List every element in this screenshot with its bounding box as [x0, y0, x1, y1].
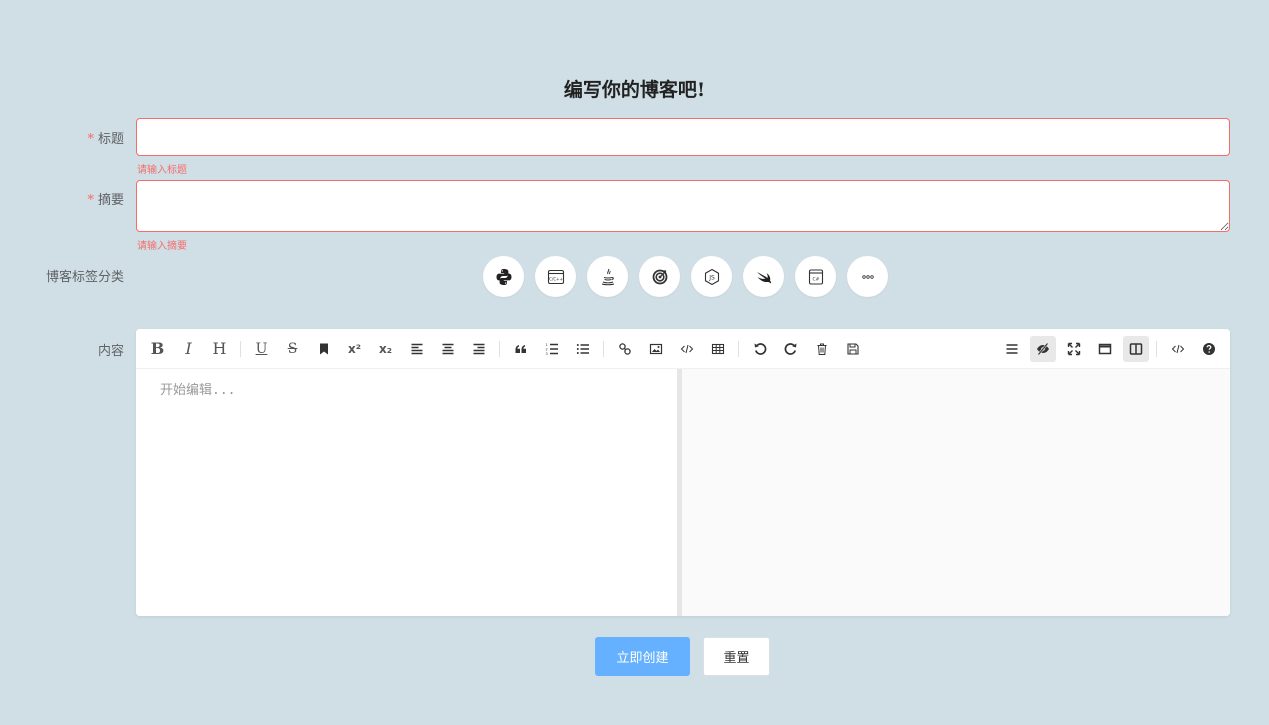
tag-cpp[interactable]: C/C++	[535, 256, 576, 297]
toolbar-separator	[499, 340, 500, 357]
image-button[interactable]	[643, 336, 669, 362]
more-icon	[861, 274, 874, 279]
table-button[interactable]	[705, 336, 731, 362]
markdown-preview	[682, 369, 1230, 616]
save-button[interactable]	[840, 336, 866, 362]
unordered-list-button[interactable]	[570, 336, 596, 362]
title-label-text: 标题	[97, 132, 124, 147]
table-icon	[711, 343, 724, 354]
undo-button[interactable]	[747, 336, 773, 362]
tag-list: C/C++ JS C#	[483, 256, 888, 297]
navigation-icon	[1006, 343, 1017, 354]
columns-icon	[1129, 342, 1142, 355]
eye-slash-icon	[1036, 342, 1049, 355]
editor-panes	[136, 369, 1230, 616]
align-left-button[interactable]	[404, 336, 430, 362]
markdown-input[interactable]	[136, 369, 677, 616]
trash-button[interactable]	[809, 336, 835, 362]
page-title: 编写你的博客吧!	[563, 79, 706, 101]
title-input[interactable]	[136, 118, 1230, 156]
required-mark: *	[87, 193, 94, 208]
ordered-list-icon: 123	[545, 343, 558, 356]
align-right-icon	[473, 343, 484, 354]
underline-button[interactable]: U	[249, 336, 275, 362]
quote-icon	[515, 344, 526, 353]
svg-text:C#: C#	[812, 276, 819, 282]
tag-swift[interactable]	[743, 256, 784, 297]
svg-text:3: 3	[545, 352, 547, 356]
summary-label: * 摘要	[87, 189, 124, 208]
code-button[interactable]	[674, 336, 700, 362]
tag-python[interactable]	[483, 256, 524, 297]
summary-input[interactable]	[136, 180, 1230, 232]
bookmark-button[interactable]	[311, 336, 337, 362]
cpp-icon: C/C++	[547, 269, 564, 284]
bookmark-icon	[319, 343, 328, 354]
toolbar-separator	[1156, 340, 1157, 357]
navigation-button[interactable]	[999, 336, 1025, 362]
image-icon	[649, 343, 662, 354]
tag-nodejs[interactable]: JS	[691, 256, 732, 297]
required-mark: *	[87, 132, 94, 147]
toolbar-separator	[738, 340, 739, 357]
link-icon	[618, 342, 631, 355]
toolbar-separator	[603, 340, 604, 357]
trash-icon	[817, 343, 826, 355]
strikethrough-button[interactable]: S	[280, 336, 306, 362]
subscript-button[interactable]: x₂	[373, 336, 399, 362]
align-center-button[interactable]	[435, 336, 461, 362]
summary-label-text: 摘要	[97, 193, 124, 208]
tags-label: 博客标签分类	[45, 270, 124, 285]
ordered-list-button[interactable]: 123	[539, 336, 565, 362]
unordered-list-icon	[576, 343, 589, 354]
svg-text:JS: JS	[708, 274, 715, 281]
title-error: 请输入标题	[137, 165, 187, 176]
tag-csharp[interactable]: C#	[795, 256, 836, 297]
expand-icon	[1067, 342, 1080, 355]
help-icon	[1202, 342, 1215, 355]
csharp-icon: C#	[808, 268, 823, 285]
nodejs-icon: JS	[704, 268, 719, 285]
italic-button[interactable]: I	[176, 336, 202, 362]
java-icon	[601, 268, 614, 285]
quote-button[interactable]	[508, 336, 534, 362]
save-icon	[846, 342, 859, 355]
window-button[interactable]	[1092, 336, 1118, 362]
redo-icon	[784, 342, 796, 355]
undo-icon	[754, 342, 766, 355]
toolbar-separator	[240, 340, 241, 357]
align-center-icon	[442, 343, 453, 354]
help-button[interactable]	[1196, 336, 1222, 362]
svg-text:C/C++: C/C++	[549, 276, 563, 281]
header-button[interactable]: H	[207, 336, 233, 362]
target-icon	[652, 269, 667, 284]
python-icon	[496, 268, 511, 285]
superscript-button[interactable]: x²	[342, 336, 368, 362]
create-button[interactable]: 立即创建	[595, 637, 690, 676]
link-button[interactable]	[612, 336, 638, 362]
tag-target[interactable]	[639, 256, 680, 297]
preview-toggle-button[interactable]	[1029, 335, 1056, 362]
tag-more[interactable]	[847, 256, 888, 297]
editor-toolbar: B I H U S x² x₂ 123	[136, 329, 1230, 369]
swift-icon	[756, 271, 771, 283]
align-right-button[interactable]	[466, 336, 492, 362]
content-label: 内容	[97, 344, 124, 359]
fullscreen-button[interactable]	[1061, 336, 1087, 362]
summary-error: 请输入摘要	[137, 241, 187, 252]
reset-button[interactable]: 重置	[703, 637, 770, 676]
html-code-button[interactable]	[1165, 336, 1191, 362]
code-icon	[680, 344, 693, 353]
split-view-button[interactable]	[1122, 335, 1149, 362]
redo-button[interactable]	[778, 336, 804, 362]
tag-java[interactable]	[587, 256, 628, 297]
bold-button[interactable]: B	[145, 336, 171, 362]
svg-text:1: 1	[545, 343, 547, 347]
code-icon	[1171, 344, 1184, 353]
markdown-editor: B I H U S x² x₂ 123	[136, 329, 1230, 616]
svg-text:2: 2	[545, 347, 547, 351]
window-icon	[1098, 343, 1111, 354]
align-left-icon	[411, 343, 422, 354]
title-label: * 标题	[87, 128, 124, 147]
